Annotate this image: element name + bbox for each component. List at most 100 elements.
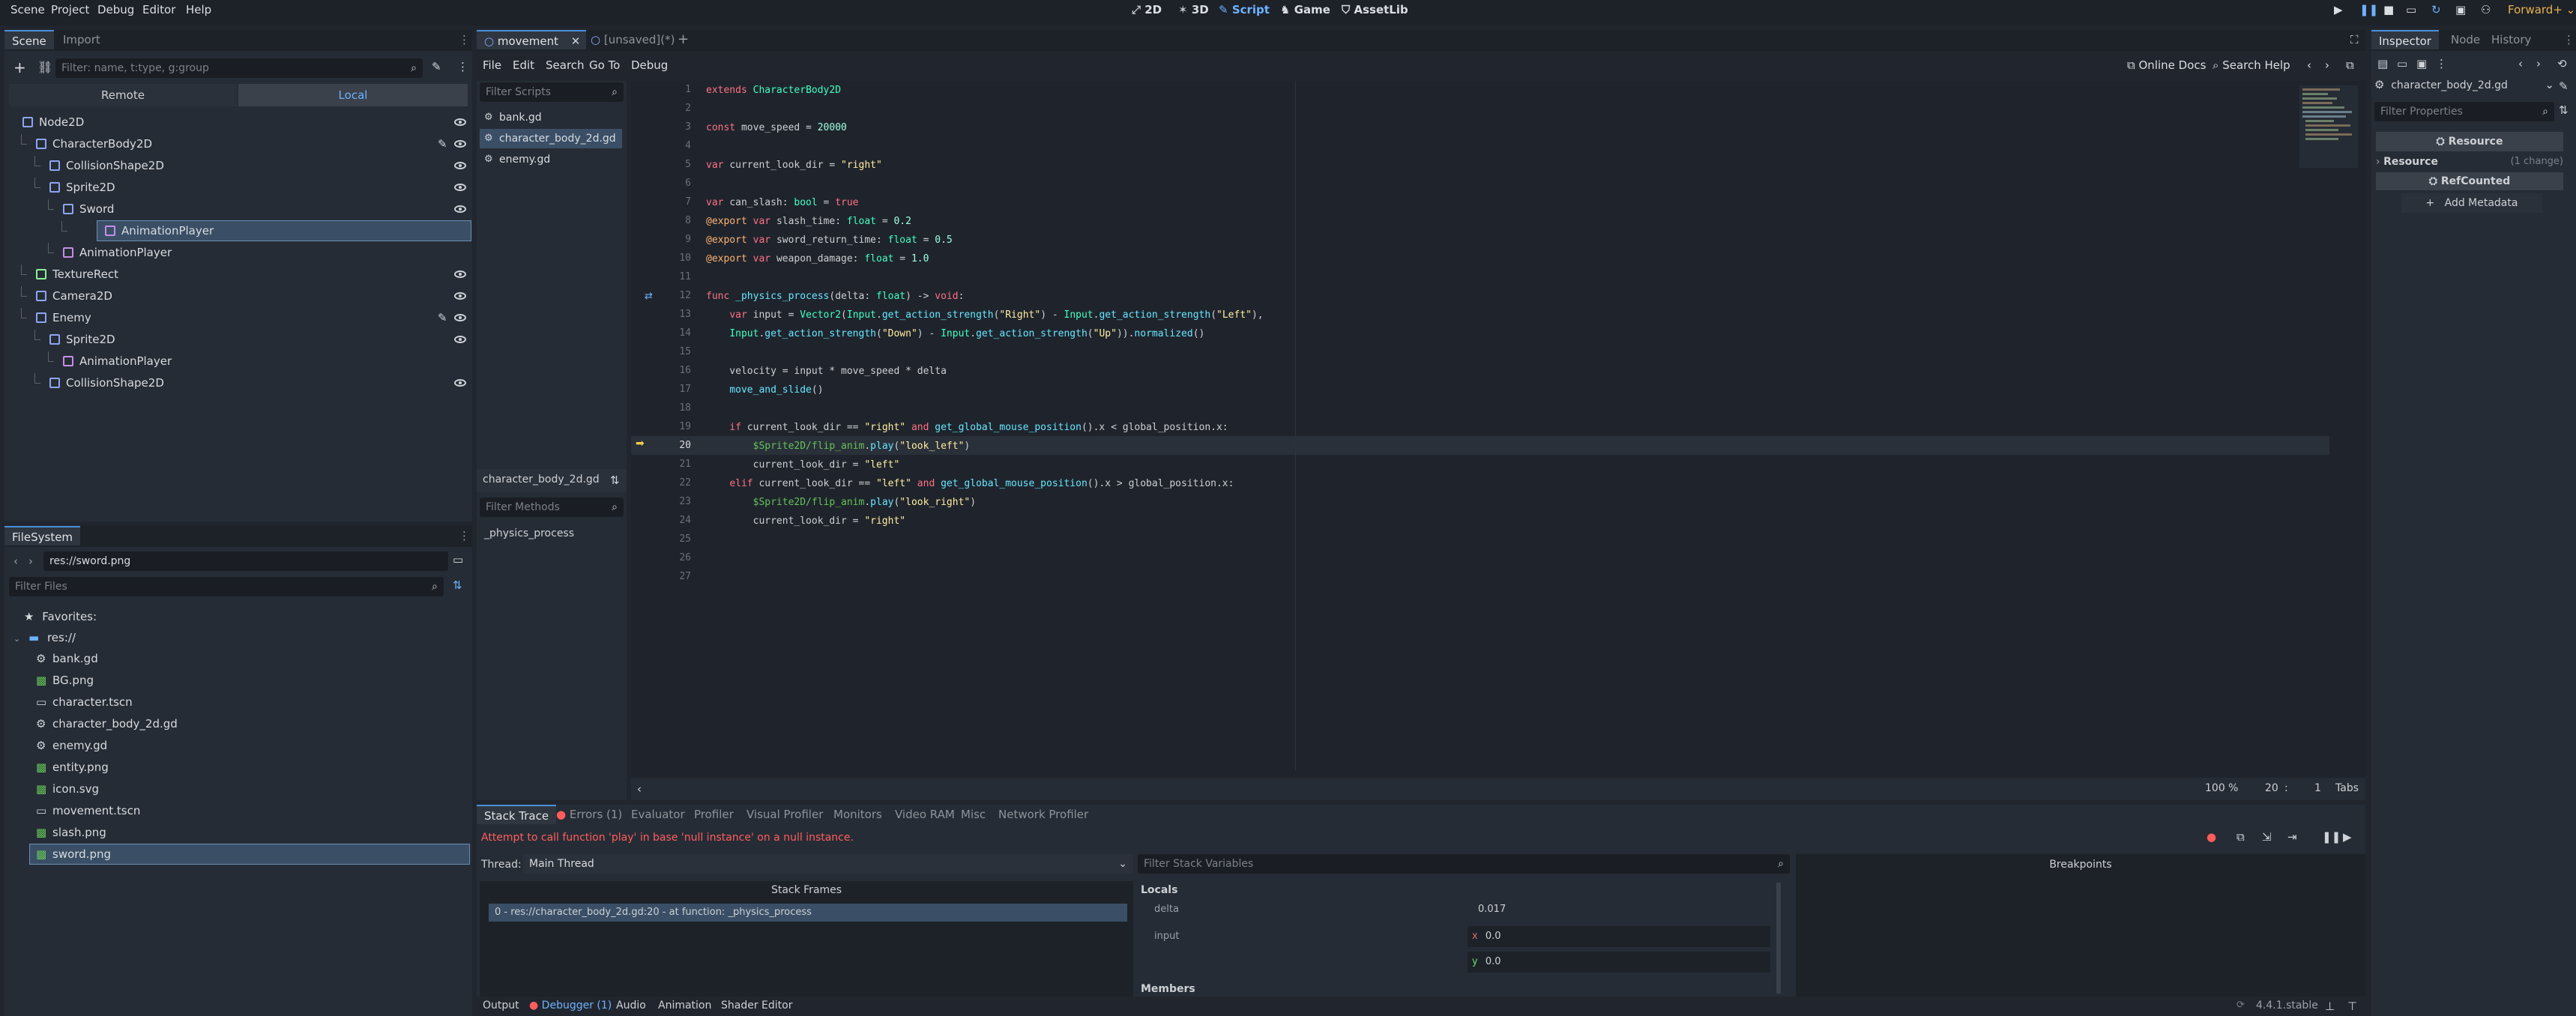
script-list-item[interactable]: ⚙ character_body_2d.gd bbox=[480, 129, 622, 148]
line-number[interactable]: 14 bbox=[631, 327, 691, 339]
script-list-item[interactable]: ⚙ enemy.gd bbox=[480, 150, 622, 169]
inspector-options-icon[interactable]: ⇅ bbox=[2559, 103, 2569, 117]
scene-tree-node[interactable]: AnimationPlayer bbox=[4, 243, 471, 262]
expand-panel-icon[interactable]: ⊤ bbox=[2347, 1000, 2357, 1013]
workspace-script[interactable]: ✎ Script bbox=[1219, 3, 1270, 16]
visibility-eye-icon[interactable] bbox=[454, 205, 466, 213]
script-menu-file[interactable]: File bbox=[483, 58, 501, 72]
line-number[interactable]: 15 bbox=[631, 346, 691, 357]
line-number[interactable]: 21 bbox=[631, 459, 691, 470]
code-line[interactable]: func _physics_process(delta: float) -> v… bbox=[706, 287, 964, 306]
line-number[interactable]: 25 bbox=[631, 533, 691, 545]
menu-scene[interactable]: Scene bbox=[10, 3, 45, 16]
sort-methods-icon[interactable]: ⇅ bbox=[610, 474, 620, 487]
line-number[interactable]: 7 bbox=[631, 196, 691, 208]
play-scene-icon[interactable]: ▣ bbox=[2455, 3, 2466, 16]
tab-monitors[interactable]: Monitors bbox=[826, 805, 890, 824]
workspace-assetlib[interactable]: ⛉ AssetLib bbox=[1342, 3, 1408, 16]
inspector-forward-icon[interactable]: › bbox=[2536, 57, 2541, 70]
tab-import[interactable]: Import bbox=[55, 30, 108, 49]
method-item[interactable]: _physics_process bbox=[484, 527, 574, 539]
code-line[interactable]: var can_slash: bool = true bbox=[706, 193, 859, 212]
scene-tree-node[interactable]: Node2D bbox=[4, 112, 471, 132]
tab-history[interactable]: History bbox=[2484, 30, 2539, 49]
file-item[interactable]: ▩ icon.svg bbox=[30, 779, 469, 799]
code-line[interactable]: current_look_dir = "right" bbox=[706, 512, 906, 530]
add-tab-icon[interactable]: + bbox=[678, 31, 689, 47]
link-icon[interactable]: ⛓ bbox=[37, 60, 52, 74]
filter-properties-input[interactable]: Filter Properties ⌕ bbox=[2374, 102, 2554, 121]
filter-stack-variables-input[interactable]: Filter Stack Variables ⌕ bbox=[1138, 854, 1790, 874]
copy-icon[interactable]: ⧉ bbox=[2236, 830, 2245, 844]
resource-menu-icon[interactable]: ⋮ bbox=[2436, 57, 2447, 70]
code-line[interactable]: $Sprite2D/flip_anim.play("look_left") bbox=[706, 437, 971, 456]
file-item[interactable]: ▩ BG.png bbox=[30, 671, 469, 690]
split-view-icon[interactable]: ▭ bbox=[453, 553, 463, 566]
code-line[interactable]: $Sprite2D/flip_anim.play("look_right") bbox=[706, 493, 976, 512]
scene-tree-node[interactable]: Camera2D bbox=[4, 286, 471, 306]
stack-frame-row[interactable]: 0 - res://character_body_2d.gd:20 - at f… bbox=[489, 904, 1127, 922]
line-number[interactable]: 9 bbox=[631, 234, 691, 245]
stop-icon[interactable]: ■ bbox=[2383, 3, 2394, 16]
line-number[interactable]: 17 bbox=[631, 384, 691, 395]
file-item[interactable]: ⚙ character_body_2d.gd bbox=[30, 714, 469, 734]
tab-inspector[interactable]: Inspector bbox=[2371, 30, 2439, 49]
scene-tree-node[interactable]: AnimationPlayer bbox=[4, 351, 471, 371]
favorites-row[interactable]: ★ Favorites: bbox=[24, 607, 97, 626]
record-icon[interactable]: ● bbox=[2207, 830, 2216, 844]
script-menu-edit[interactable]: Edit bbox=[513, 58, 534, 72]
code-line[interactable]: move_and_slide() bbox=[706, 381, 823, 399]
script-menu-search[interactable]: Search bbox=[546, 58, 585, 72]
file-item[interactable]: ⚙ bank.gd bbox=[30, 649, 469, 668]
line-number[interactable]: 8 bbox=[631, 215, 691, 226]
line-number[interactable]: 18 bbox=[631, 402, 691, 414]
dock-menu-icon[interactable]: ⋮ bbox=[2563, 33, 2575, 46]
menu-help[interactable]: Help bbox=[186, 3, 211, 16]
line-number[interactable]: 16 bbox=[631, 365, 691, 376]
line-number[interactable]: 11 bbox=[631, 271, 691, 282]
tab-profiler[interactable]: Profiler bbox=[687, 805, 741, 824]
line-number[interactable]: 19 bbox=[631, 421, 691, 432]
line-number[interactable]: 3 bbox=[631, 121, 691, 133]
visibility-eye-icon[interactable] bbox=[454, 270, 466, 278]
pause-icon[interactable]: ❚❚ bbox=[2359, 3, 2378, 16]
local-button[interactable]: Local bbox=[238, 84, 468, 106]
code-line[interactable]: var input = Vector2(Input.get_action_str… bbox=[706, 306, 1263, 324]
var-input-x[interactable]: x 0.0 bbox=[1468, 926, 1770, 947]
tab-evaluator[interactable]: Evaluator bbox=[624, 805, 693, 824]
thread-select[interactable]: Main Thread ⌄ bbox=[523, 854, 1133, 874]
code-line[interactable]: current_look_dir = "left" bbox=[706, 456, 900, 474]
scene-tree-node[interactable]: Enemy ✎ bbox=[4, 308, 471, 327]
script-list-item[interactable]: ⚙ bank.gd bbox=[480, 108, 622, 127]
scene-tree-node[interactable]: CollisionShape2D bbox=[4, 373, 471, 393]
code-line[interactable]: Input.get_action_strength("Down") - Inpu… bbox=[706, 324, 1204, 343]
variables-scrollbar[interactable] bbox=[1776, 883, 1781, 994]
tab-movement[interactable]: ○ movement ✕ bbox=[477, 30, 587, 49]
scene-tree-node[interactable]: TextureRect bbox=[4, 264, 471, 284]
history-back-icon[interactable]: ‹ bbox=[2307, 58, 2311, 72]
code-line[interactable]: @export var slash_time: float = 0.2 bbox=[706, 212, 911, 231]
menu-project[interactable]: Project bbox=[51, 3, 89, 16]
line-number[interactable]: 26 bbox=[631, 552, 691, 563]
indent-mode[interactable]: Tabs bbox=[2335, 782, 2359, 794]
tab-scene[interactable]: Scene bbox=[4, 30, 54, 49]
script-menu-goto[interactable]: Go To bbox=[589, 58, 620, 72]
scene-tree-node[interactable]: Sprite2D bbox=[4, 330, 471, 349]
movie-icon[interactable]: ⚇ bbox=[2481, 3, 2491, 16]
line-number[interactable]: 10 bbox=[631, 253, 691, 264]
step-over-icon[interactable]: ⇥ bbox=[2287, 830, 2297, 844]
back-icon[interactable]: ‹ bbox=[13, 554, 18, 568]
new-resource-icon[interactable]: ▤ bbox=[2377, 57, 2388, 70]
search-help-button[interactable]: ⌕ Search Help bbox=[2212, 58, 2290, 72]
bottom-tab-shader-editor[interactable]: Shader Editor bbox=[721, 1000, 792, 1012]
scene-tree-node[interactable]: AnimationPlayer bbox=[61, 220, 471, 241]
scene-filter-input[interactable]: Filter: name, t:type, g:group ⌕ bbox=[55, 58, 423, 78]
scene-tree-node[interactable]: Sprite2D bbox=[4, 178, 471, 197]
dock-menu-icon[interactable]: ⋮ bbox=[459, 33, 470, 46]
scene-tree-node[interactable]: Sword bbox=[4, 199, 471, 219]
play-icon[interactable]: ▶ bbox=[2334, 3, 2343, 16]
file-item[interactable]: ▩ sword.png bbox=[29, 844, 470, 865]
tab-network-profiler[interactable]: Network Profiler bbox=[991, 805, 1096, 824]
add-node-icon[interactable]: + bbox=[13, 58, 26, 76]
visibility-eye-icon[interactable] bbox=[454, 162, 466, 169]
